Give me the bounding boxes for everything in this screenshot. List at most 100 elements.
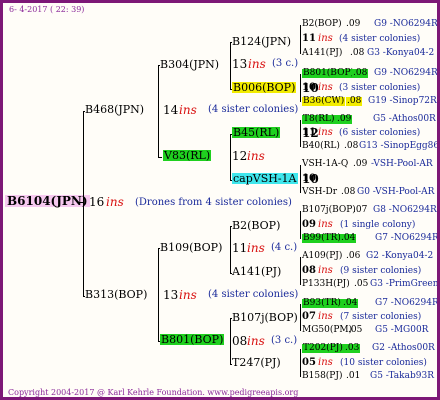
- g4-line-code: G8 -NO6294R: [373, 205, 437, 215]
- tree-connector: [300, 257, 301, 285]
- g4-drone-note: (7 sister colonies): [340, 312, 422, 322]
- g4-line-code: G19 -Sinop72R: [368, 96, 437, 106]
- g3-queen-id[interactable]: B2(BOP): [232, 220, 280, 231]
- g4-queen-id[interactable]: B2(BOP): [302, 20, 342, 29]
- g3-queen-id[interactable]: B45(RL): [232, 127, 281, 138]
- g4-year: .08: [341, 187, 356, 197]
- g4-queen-id[interactable]: B99(TR): [302, 234, 342, 243]
- tree-connector: [230, 318, 232, 319]
- g3-queen-id[interactable]: B124(JPN): [232, 36, 291, 47]
- g4-queen-id[interactable]: A109(PJ): [302, 252, 342, 261]
- g4-line-code: G3 -PrimGreen00: [370, 279, 439, 289]
- tree-connector: [300, 349, 301, 377]
- g2-drone-count: 12: [232, 149, 248, 163]
- tree-connector: [83, 296, 85, 297]
- g4-drone-count: 07: [302, 311, 316, 322]
- root-ins-label: ins: [106, 195, 124, 209]
- tree-connector: [230, 226, 232, 227]
- g4-drone-note: (9 sister colonies): [340, 266, 422, 276]
- g4-queen-id[interactable]: MG50(PM): [302, 326, 352, 335]
- g1-ins-label: ins: [179, 103, 197, 117]
- g2-ins-label: ins: [247, 334, 265, 348]
- tree-connector: [230, 180, 232, 181]
- g4-ins-label: ins: [318, 357, 333, 368]
- g4-line-code: -VSH-Pool-AR: [371, 159, 433, 169]
- g4-line-code: G5 -MG00R: [375, 325, 429, 335]
- g2-queen-id[interactable]: B801(BOP): [160, 334, 225, 345]
- g4-ins-label: ins: [318, 265, 333, 276]
- g4-ins-label: ins: [318, 311, 333, 322]
- g4-year: .08: [350, 48, 365, 58]
- root-queen-id[interactable]: B6104(JPN): [5, 195, 90, 207]
- g4-queen-id[interactable]: T202(PJ): [302, 344, 344, 353]
- g2-ins-label: ins: [247, 241, 265, 255]
- g4-ins-label: ins: [318, 219, 333, 230]
- g4-year: .01: [346, 371, 361, 381]
- g4-line-code: G2 -Athos00R: [372, 343, 435, 353]
- g4-queen-id[interactable]: B36(CW): [302, 97, 346, 106]
- g4-line-code: G7 -NO6294R: [375, 298, 439, 308]
- g1-drone-count: 14: [163, 103, 179, 117]
- g3-queen-id[interactable]: A141(PJ): [232, 266, 281, 277]
- g4-queen-id[interactable]: B107j(BOP): [302, 206, 356, 215]
- g4-year: .04: [340, 233, 357, 243]
- g4-drone-count: 11: [302, 127, 316, 138]
- g1-queen-id[interactable]: B468(JPN): [85, 104, 144, 115]
- g4-drone-count: 10: [302, 82, 316, 93]
- g4-queen-id[interactable]: B158(PJ): [302, 372, 342, 381]
- g4-line-code: G9 -NO6294R: [374, 68, 438, 78]
- tree-connector: [158, 65, 159, 157]
- g2-queen-id[interactable]: V83(RL): [163, 150, 212, 161]
- tree-connector: [230, 226, 231, 273]
- g4-line-code: G7 -NO6294R: [375, 233, 439, 243]
- g4-line-code: G0 -VSH-Pool-AR: [357, 187, 435, 197]
- g4-drone-note: (10 sister colonies): [340, 358, 427, 368]
- tree-connector: [158, 65, 160, 66]
- g4-ins-label: ins: [318, 82, 333, 93]
- tree-connector: [230, 42, 231, 89]
- tree-connector: [83, 111, 85, 112]
- g1-drone-note: (4 sister colonies): [208, 289, 299, 300]
- g4-queen-id[interactable]: VSH-Dr: [302, 188, 337, 197]
- g4-year: .03: [344, 343, 361, 353]
- g4-year: .08: [352, 68, 369, 78]
- g4-ins-label: ins: [318, 33, 333, 44]
- g4-queen-id[interactable]: T8(RL): [302, 115, 336, 124]
- g4-drone-note: (1 single colony): [340, 220, 416, 230]
- copyright-footer: Copyright 2004-2017 @ Karl Kehrle Founda…: [8, 388, 299, 397]
- tree-connector: [158, 157, 162, 158]
- root-drone-note: (Drones from 4 sister colonies): [135, 197, 292, 208]
- g4-drone-count: 08: [302, 265, 316, 276]
- tree-connector: [83, 111, 84, 297]
- g3-queen-id[interactable]: T247(PJ): [232, 357, 281, 368]
- g3-queen-id[interactable]: B107j(BOP): [232, 312, 298, 323]
- g4-drone-count: 11: [302, 33, 316, 44]
- g4-year: .08: [346, 96, 363, 106]
- tree-connector: [230, 89, 232, 90]
- g1-queen-id[interactable]: B313(BOP): [85, 289, 147, 300]
- g2-drone-note: (4 c.): [271, 242, 298, 253]
- g2-queen-id[interactable]: B304(JPN): [160, 59, 219, 70]
- g4-drone-note: (4 sister colonies): [339, 34, 421, 44]
- tree-connector: [300, 25, 301, 54]
- g4-queen-id[interactable]: B801(BOP): [302, 69, 356, 78]
- tree-connector: [158, 248, 159, 341]
- g4-queen-id[interactable]: P133H(PJ): [302, 280, 350, 289]
- g4-year: .06: [346, 251, 361, 261]
- g4-queen-id[interactable]: B40(RL): [302, 142, 340, 151]
- tree-connector: [230, 364, 232, 365]
- g4-line-code: G5 -Takab93R: [370, 371, 434, 381]
- g4-queen-id[interactable]: B93(TR): [302, 299, 342, 308]
- g4-drone-note: (6 sister colonies): [339, 128, 421, 138]
- g3-queen-id[interactable]: B006(BOP): [232, 82, 297, 93]
- g4-queen-id[interactable]: VSH-1A-Q: [302, 160, 348, 169]
- tree-connector: [300, 304, 301, 331]
- tree-connector: [300, 165, 301, 193]
- g2-queen-id[interactable]: B109(BOP): [160, 242, 222, 253]
- tree-connector: [230, 134, 232, 135]
- g4-year: .09: [346, 19, 361, 29]
- g2-drone-count: 11: [232, 241, 248, 255]
- g4-queen-id[interactable]: A141(PJ): [302, 49, 342, 58]
- g4-drone-count: 10: [302, 173, 316, 184]
- g3-queen-id[interactable]: capVSH-1A: [232, 173, 298, 184]
